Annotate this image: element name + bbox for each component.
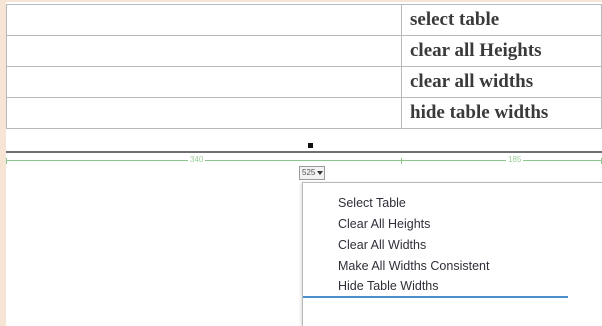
table-cell[interactable] — [6, 97, 402, 129]
table-cell[interactable] — [6, 4, 402, 36]
left-column-width-label: 340 — [188, 155, 206, 164]
widths-tick — [6, 158, 7, 164]
menu-item-make-all-widths-consistent[interactable]: Make All Widths Consistent — [303, 256, 602, 277]
table-header-menu-button[interactable]: 525 — [299, 166, 325, 180]
table-cell[interactable] — [6, 35, 402, 67]
menu-list: Select Table Clear All Heights Clear All… — [303, 193, 602, 298]
table-selection-edge — [6, 151, 602, 153]
menu-item-clear-all-heights[interactable]: Clear All Heights — [303, 214, 602, 235]
menu-item-clear-all-widths[interactable]: Clear All Widths — [303, 235, 602, 256]
table-row[interactable]: hide table widths — [6, 97, 602, 129]
table-resize-handle[interactable] — [308, 143, 313, 148]
widths-tick — [401, 158, 402, 164]
table-cell[interactable]: clear all widths — [401, 66, 602, 98]
screenshot-canvas: select table clear all Heights clear all… — [0, 0, 602, 326]
table-cell[interactable]: select table — [401, 4, 602, 36]
menu-item-hide-table-widths[interactable]: Hide Table Widths — [303, 277, 568, 298]
table-row[interactable]: clear all Heights — [6, 35, 602, 67]
table-row[interactable]: select table — [6, 4, 602, 36]
table-widths-visual-aid: 340 185 — [6, 155, 602, 164]
menu-item-select-table[interactable]: Select Table — [303, 193, 602, 214]
table-context-menu: Select Table Clear All Heights Clear All… — [302, 182, 602, 326]
table-width-label: 525 — [302, 168, 316, 177]
right-column-width-label: 185 — [506, 155, 524, 164]
table-cell[interactable]: hide table widths — [401, 97, 602, 129]
table-cell[interactable]: clear all Heights — [401, 35, 602, 67]
dropdown-arrow-icon — [317, 170, 324, 175]
editable-table[interactable]: select table clear all Heights clear all… — [6, 4, 602, 129]
table-row[interactable]: clear all widths — [6, 66, 602, 98]
table-cell[interactable] — [6, 66, 402, 98]
